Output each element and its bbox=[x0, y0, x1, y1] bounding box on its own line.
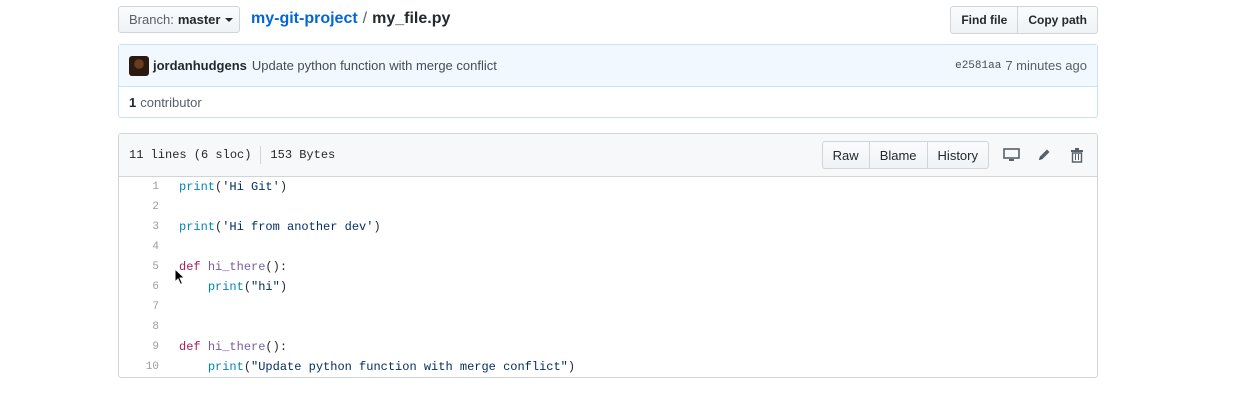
line-number[interactable]: 9 bbox=[119, 341, 169, 353]
pencil-icon[interactable] bbox=[1034, 146, 1054, 164]
contributor-label: contributor bbox=[140, 95, 202, 110]
code-line: 3 print('Hi from another dev') bbox=[119, 217, 1097, 237]
avatar[interactable] bbox=[129, 55, 149, 76]
file-view-buttons: Raw Blame History bbox=[821, 141, 989, 169]
code-token: ( bbox=[243, 360, 252, 374]
line-number[interactable]: 7 bbox=[119, 301, 169, 313]
commit-time: 7 minutes ago bbox=[1005, 58, 1087, 73]
code-token: 'Hi from another dev' bbox=[222, 220, 374, 234]
breadcrumb: my-git-project / my_file.py bbox=[251, 10, 450, 28]
line-number[interactable]: 3 bbox=[119, 221, 169, 233]
code-token: (): bbox=[265, 260, 288, 274]
code-token: 'Hi Git' bbox=[222, 180, 280, 194]
code-token: print bbox=[179, 180, 216, 194]
code-listing: 1 print('Hi Git') 2 3 print('Hi from another… bbox=[119, 177, 1097, 377]
code-token: "Update python function with merge confl… bbox=[251, 360, 568, 374]
caret-down-icon bbox=[225, 18, 234, 22]
file-viewer: 11 lines (6 sloc) 153 Bytes Raw Blame Hi… bbox=[118, 133, 1098, 378]
line-count: 11 lines (6 sloc) bbox=[129, 148, 252, 162]
line-content: print("Update python function with merge… bbox=[169, 360, 575, 374]
code-token: ( bbox=[243, 280, 252, 294]
branch-prefix: Branch: bbox=[129, 12, 174, 27]
code-line: 8 bbox=[119, 317, 1097, 337]
latest-commit-row: jordanhudgens Update python function wit… bbox=[119, 45, 1097, 87]
code-token: print bbox=[207, 280, 244, 294]
code-line: 6 print("hi") bbox=[119, 277, 1097, 297]
contributors-row[interactable]: 1 contributor bbox=[119, 87, 1097, 118]
code-line: 2 bbox=[119, 197, 1097, 217]
line-number[interactable]: 2 bbox=[119, 201, 169, 213]
history-button[interactable]: History bbox=[926, 141, 989, 169]
line-content: def hi_there(): bbox=[169, 340, 287, 354]
code-token: hi_there bbox=[207, 340, 266, 354]
file-size: 153 Bytes bbox=[270, 148, 336, 162]
commit-tease: jordanhudgens Update python function wit… bbox=[118, 44, 1098, 118]
file-navigation: Branch: master my-git-project / my_file.… bbox=[118, 6, 1098, 34]
code-line: 10 print("Update python function with me… bbox=[119, 357, 1097, 377]
branch-name: master bbox=[177, 12, 221, 27]
copy-path-button[interactable]: Copy path bbox=[1018, 6, 1098, 34]
breadcrumb-separator: / bbox=[362, 10, 368, 27]
code-line: 1 print('Hi Git') bbox=[119, 177, 1097, 197]
blame-button[interactable]: Blame bbox=[868, 141, 928, 169]
code-line: 5 def hi_there(): bbox=[119, 257, 1097, 277]
line-content: print('Hi Git') bbox=[169, 180, 287, 194]
commit-meta: e2581aa 7 minutes ago bbox=[955, 58, 1087, 73]
line-number[interactable]: 5 bbox=[119, 261, 169, 273]
code-token: print bbox=[179, 220, 216, 234]
file-header: 11 lines (6 sloc) 153 Bytes Raw Blame Hi… bbox=[119, 134, 1097, 177]
mouse-pointer-icon bbox=[174, 268, 186, 286]
code-token: ) bbox=[373, 220, 381, 234]
code-token: print bbox=[207, 360, 244, 374]
file-actions: Find file Copy path bbox=[950, 6, 1098, 34]
file-info-divider bbox=[260, 146, 262, 164]
code-token: def bbox=[179, 340, 201, 354]
line-number[interactable]: 1 bbox=[119, 181, 169, 193]
raw-button[interactable]: Raw bbox=[821, 141, 870, 169]
branch-select-button[interactable]: Branch: master bbox=[118, 6, 240, 33]
contributor-count: 1 bbox=[129, 95, 137, 110]
code-line: 9 def hi_there(): bbox=[119, 337, 1097, 357]
repo-link[interactable]: my-git-project bbox=[251, 10, 358, 28]
code-token: ) bbox=[279, 280, 288, 294]
line-number[interactable]: 8 bbox=[119, 321, 169, 333]
trash-icon[interactable] bbox=[1067, 146, 1087, 164]
commit-message-link[interactable]: Update python function with merge confli… bbox=[252, 58, 497, 73]
code-token: hi_there bbox=[207, 260, 266, 274]
code-token: "hi" bbox=[251, 280, 280, 294]
file-name: my_file.py bbox=[372, 10, 451, 27]
line-content: print('Hi from another dev') bbox=[169, 220, 381, 234]
line-number[interactable]: 4 bbox=[119, 241, 169, 253]
code-line: 7 bbox=[119, 297, 1097, 317]
code-token: (): bbox=[265, 340, 288, 354]
file-info: 11 lines (6 sloc) 153 Bytes bbox=[129, 146, 335, 164]
code-line: 4 bbox=[119, 237, 1097, 257]
line-number[interactable]: 10 bbox=[119, 361, 169, 373]
code-token: ) bbox=[279, 180, 288, 194]
code-token: ) bbox=[567, 360, 576, 374]
find-file-button[interactable]: Find file bbox=[950, 6, 1019, 34]
line-content: def hi_there(): bbox=[169, 260, 287, 274]
commit-sha-link[interactable]: e2581aa bbox=[955, 60, 1001, 72]
line-content: print("hi") bbox=[169, 280, 287, 294]
line-number[interactable]: 6 bbox=[119, 281, 169, 293]
commit-author-link[interactable]: jordanhudgens bbox=[153, 58, 247, 73]
desktop-icon[interactable] bbox=[1001, 146, 1021, 164]
